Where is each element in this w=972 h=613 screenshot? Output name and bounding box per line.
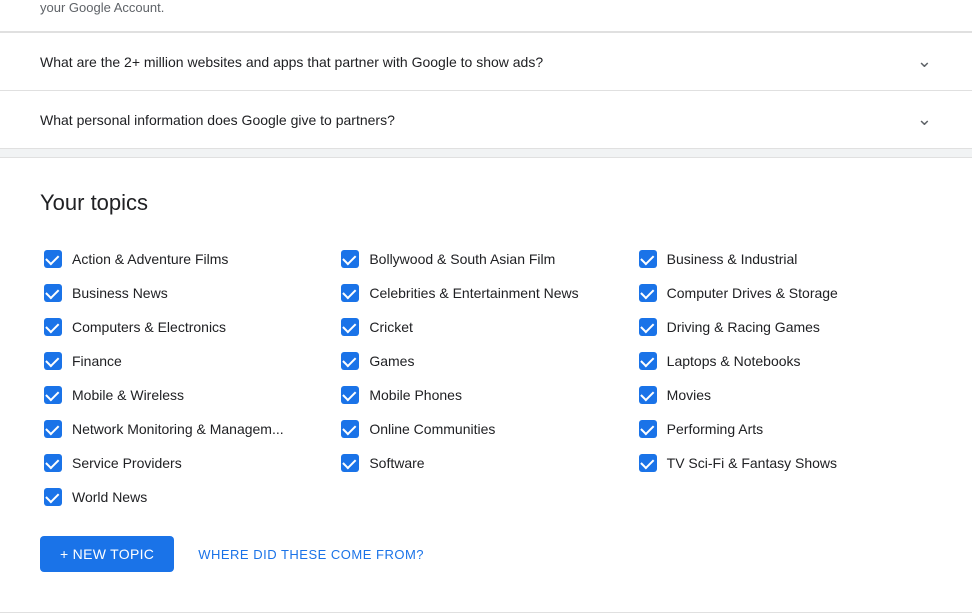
topic-item[interactable]: Software: [337, 448, 634, 478]
faq-item-2[interactable]: What personal information does Google gi…: [0, 91, 972, 149]
topic-label: World News: [72, 489, 147, 505]
checkbox-mobile-wireless[interactable]: [44, 386, 62, 404]
topic-item[interactable]: Mobile & Wireless: [40, 380, 337, 410]
top-partial-content: your Google Account.: [40, 0, 164, 15]
topic-label: TV Sci-Fi & Fantasy Shows: [667, 455, 837, 471]
checkbox-bollywood[interactable]: [341, 250, 359, 268]
topic-item[interactable]: Performing Arts: [635, 414, 932, 444]
topic-label: Network Monitoring & Managem...: [72, 421, 284, 437]
topic-item[interactable]: TV Sci-Fi & Fantasy Shows: [635, 448, 932, 478]
checkbox-service-providers[interactable]: [44, 454, 62, 472]
top-partial-text: your Google Account.: [0, 0, 972, 32]
topic-label: Bollywood & South Asian Film: [369, 251, 555, 267]
checkbox-finance[interactable]: [44, 352, 62, 370]
checkbox-action-adventure[interactable]: [44, 250, 62, 268]
topic-item[interactable]: Games: [337, 346, 634, 376]
chevron-down-icon-1: ⌄: [917, 51, 932, 72]
checkbox-movies[interactable]: [639, 386, 657, 404]
checkbox-cricket[interactable]: [341, 318, 359, 336]
actions-row: + NEW TOPIC WHERE DID THESE COME FROM?: [40, 536, 932, 572]
new-topic-button[interactable]: + NEW TOPIC: [40, 536, 174, 572]
topic-label: Service Providers: [72, 455, 182, 471]
topic-label: Movies: [667, 387, 711, 403]
checkbox-celebrities[interactable]: [341, 284, 359, 302]
topic-label: Computer Drives & Storage: [667, 285, 838, 301]
faq-section: What are the 2+ million websites and app…: [0, 32, 972, 149]
topic-item[interactable]: Business News: [40, 278, 337, 308]
topic-item[interactable]: World News: [40, 482, 337, 512]
topics-col-2: Bollywood & South Asian Film Celebrities…: [337, 244, 634, 512]
checkbox-performing-arts[interactable]: [639, 420, 657, 438]
topic-item[interactable]: Computers & Electronics: [40, 312, 337, 342]
page-wrapper: your Google Account. What are the 2+ mil…: [0, 0, 972, 613]
topic-label: Software: [369, 455, 424, 471]
topic-label: Business & Industrial: [667, 251, 798, 267]
topic-item[interactable]: Driving & Racing Games: [635, 312, 932, 342]
checkbox-mobile-phones[interactable]: [341, 386, 359, 404]
topics-title: Your topics: [40, 190, 932, 216]
topic-item[interactable]: Business & Industrial: [635, 244, 932, 274]
topic-label: Celebrities & Entertainment News: [369, 285, 578, 301]
topic-item[interactable]: Mobile Phones: [337, 380, 634, 410]
topic-item[interactable]: Bollywood & South Asian Film: [337, 244, 634, 274]
topic-item[interactable]: Action & Adventure Films: [40, 244, 337, 274]
topic-label: Mobile Phones: [369, 387, 462, 403]
topic-item[interactable]: Celebrities & Entertainment News: [337, 278, 634, 308]
topic-label: Cricket: [369, 319, 413, 335]
topic-item[interactable]: Cricket: [337, 312, 634, 342]
checkbox-network-monitoring[interactable]: [44, 420, 62, 438]
faq-question-1: What are the 2+ million websites and app…: [40, 54, 543, 70]
topics-section: Your topics Action & Adventure Films Bus…: [0, 157, 972, 613]
checkbox-world-news[interactable]: [44, 488, 62, 506]
checkbox-tv-scifi[interactable]: [639, 454, 657, 472]
topic-label: Computers & Electronics: [72, 319, 226, 335]
topic-label: Online Communities: [369, 421, 495, 437]
checkbox-online-communities[interactable]: [341, 420, 359, 438]
faq-item-1[interactable]: What are the 2+ million websites and app…: [0, 33, 972, 91]
topic-label: Games: [369, 353, 414, 369]
checkbox-driving-racing[interactable]: [639, 318, 657, 336]
topic-item[interactable]: Movies: [635, 380, 932, 410]
topic-label: Action & Adventure Films: [72, 251, 228, 267]
topic-label: Driving & Racing Games: [667, 319, 820, 335]
topic-label: Laptops & Notebooks: [667, 353, 801, 369]
checkbox-computers-electronics[interactable]: [44, 318, 62, 336]
checkbox-laptops-notebooks[interactable]: [639, 352, 657, 370]
topic-item[interactable]: Online Communities: [337, 414, 634, 444]
checkbox-business-news[interactable]: [44, 284, 62, 302]
topics-col-3: Business & Industrial Computer Drives & …: [635, 244, 932, 512]
where-did-these-come-from-link[interactable]: WHERE DID THESE COME FROM?: [198, 547, 424, 562]
topic-item[interactable]: Computer Drives & Storage: [635, 278, 932, 308]
topic-label: Business News: [72, 285, 168, 301]
chevron-down-icon-2: ⌄: [917, 109, 932, 130]
topic-label: Mobile & Wireless: [72, 387, 184, 403]
topic-item[interactable]: Laptops & Notebooks: [635, 346, 932, 376]
checkbox-games[interactable]: [341, 352, 359, 370]
topic-label: Performing Arts: [667, 421, 763, 437]
topics-grid: Action & Adventure Films Business News C…: [40, 244, 932, 512]
faq-question-2: What personal information does Google gi…: [40, 112, 395, 128]
topic-item[interactable]: Finance: [40, 346, 337, 376]
checkbox-computer-drives[interactable]: [639, 284, 657, 302]
topic-item[interactable]: Network Monitoring & Managem...: [40, 414, 337, 444]
topic-label: Finance: [72, 353, 122, 369]
topics-col-1: Action & Adventure Films Business News C…: [40, 244, 337, 512]
checkbox-business-industrial[interactable]: [639, 250, 657, 268]
checkbox-software[interactable]: [341, 454, 359, 472]
topic-item[interactable]: Service Providers: [40, 448, 337, 478]
